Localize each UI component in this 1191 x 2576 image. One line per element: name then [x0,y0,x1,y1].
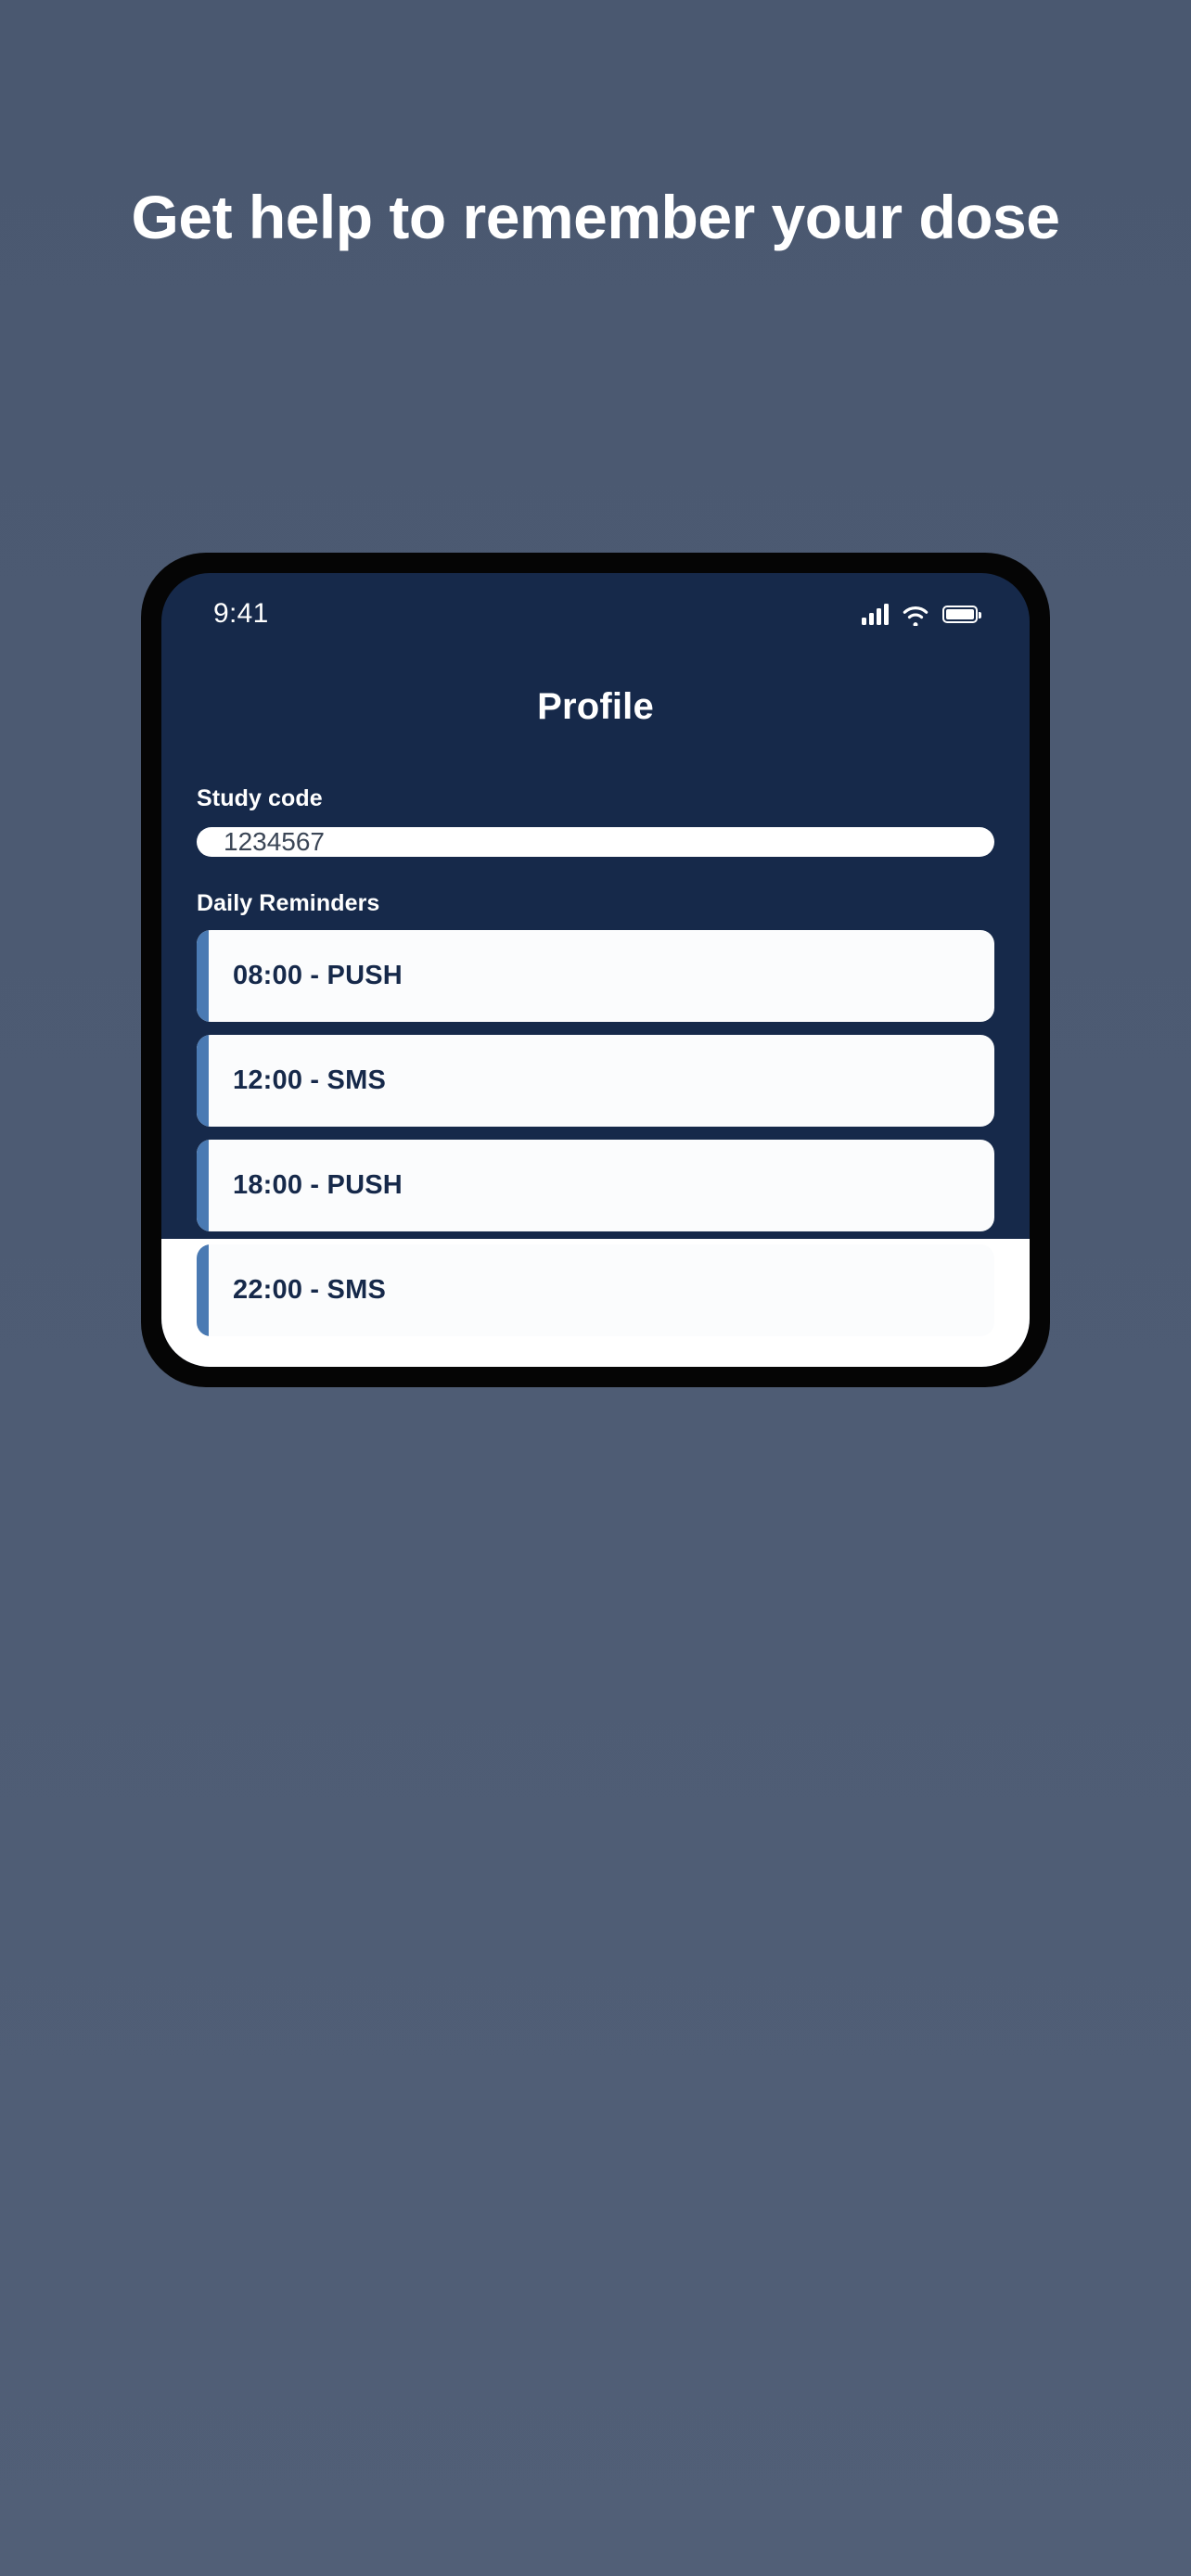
list-item[interactable]: 12:00 - SMS [197,1035,994,1127]
list-item[interactable]: 18:00 - PUSH [197,1140,994,1231]
phone-screen: 9:41 Profile Study code 1234567 Daily Re… [161,573,1030,1367]
promo-headline: Get help to remember your dose [131,183,1060,251]
reminder-accent-bar [197,1140,209,1231]
profile-content: Study code 1234567 Daily Reminders 08:00… [161,728,1030,1367]
wifi-icon [903,606,928,626]
list-item[interactable]: 08:00 - PUSH [197,930,994,1022]
reminder-label: 22:00 - SMS [233,1275,386,1305]
page-title: Profile [537,686,654,727]
reminder-label: 18:00 - PUSH [233,1170,403,1200]
reminder-accent-bar [197,1035,209,1127]
daily-reminders-label: Daily Reminders [197,890,380,916]
cellular-signal-icon [862,603,889,625]
reminder-label: 12:00 - SMS [233,1065,386,1095]
reminder-accent-bar [197,1244,209,1336]
reminder-list: 08:00 - PUSH 12:00 - SMS 18:00 - PUSH 22… [197,930,994,1336]
reminder-accent-bar [197,930,209,1022]
status-bar-icons [862,603,981,626]
battery-icon [942,605,981,623]
list-item[interactable]: 22:00 - SMS [197,1244,994,1336]
study-code-input[interactable]: 1234567 [197,827,994,857]
reminder-label: 08:00 - PUSH [233,961,403,990]
status-bar: 9:41 [161,573,1030,645]
status-bar-time: 9:41 [213,598,269,629]
study-code-label: Study code [197,785,323,811]
study-code-value: 1234567 [224,827,326,856]
promo-screenshot: Get help to remember your dose 9:41 Prof… [0,0,1191,2576]
phone-device-mockup: 9:41 Profile Study code 1234567 Daily Re… [141,553,1050,1387]
